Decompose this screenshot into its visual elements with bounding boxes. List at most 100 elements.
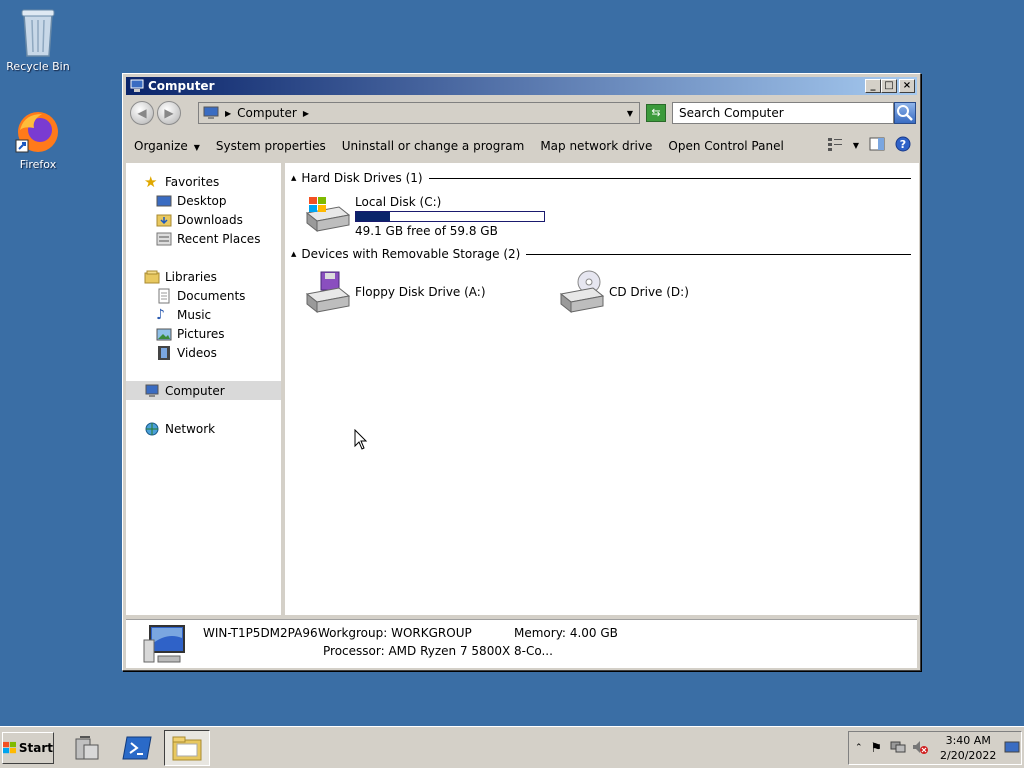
minimize-button[interactable]: _	[865, 79, 881, 93]
show-desktop-icon[interactable]	[1004, 741, 1020, 756]
memory-value: 4.00 GB	[569, 626, 618, 640]
title-bar[interactable]: Computer _ □ ×	[126, 77, 917, 95]
desktop-icon-recycle-bin[interactable]: Recycle Bin	[0, 6, 76, 73]
nav-favorites[interactable]: ★ Favorites	[144, 172, 281, 191]
address-bar: ◀ ▶ ▶ Computer ▶ ▼ ⇆ Search Computer	[126, 98, 917, 128]
disk-usage-bar	[355, 211, 545, 222]
firefox-icon	[15, 112, 58, 153]
start-label: Start	[18, 741, 53, 755]
processor-label: Processor:	[323, 644, 385, 658]
open-control-panel-button[interactable]: Open Control Panel	[660, 139, 791, 153]
floppy-drive-icon	[305, 271, 351, 314]
drive-cd-d[interactable]: CD Drive (D:)	[557, 270, 689, 314]
cd-drive-label: CD Drive (D:)	[609, 285, 689, 299]
nav-libraries-label: Libraries	[165, 269, 217, 284]
memory-label: Memory:	[514, 626, 566, 640]
search-icon	[897, 105, 913, 121]
system-properties-button[interactable]: System properties	[208, 139, 334, 153]
windows-logo-icon	[3, 741, 16, 754]
computer-icon	[145, 384, 159, 397]
local-disk-free-space: 49.1 GB free of 59.8 GB	[355, 224, 498, 238]
libraries-icon	[144, 270, 160, 283]
search-input[interactable]: Search Computer	[672, 102, 894, 124]
details-pane: WIN-T1P5DM2PA96 Workgroup: WORKGROUP Mem…	[126, 619, 917, 668]
search-button[interactable]	[894, 102, 916, 124]
hard-drive-icon	[305, 197, 351, 233]
map-network-drive-button[interactable]: Map network drive	[532, 139, 660, 153]
taskbar-explorer[interactable]	[164, 730, 210, 766]
nav-music[interactable]: ♪ Music	[156, 305, 281, 324]
content-pane: ▲ Hard Disk Drives (1) Local Disk (C:) 4…	[285, 163, 919, 615]
show-hidden-icons-button[interactable]: ⌃	[855, 743, 863, 753]
processor-value: AMD Ryzen 7 5800X 8-Co...	[388, 644, 553, 658]
back-button[interactable]: ◀	[130, 101, 154, 125]
nav-documents[interactable]: Documents	[156, 286, 281, 305]
system-tray: ⌃ ⚑ 3:40 AM 2/20/2022	[848, 731, 1022, 765]
nav-libraries[interactable]: Libraries	[144, 267, 281, 286]
floppy-drive-label: Floppy Disk Drive (A:)	[355, 285, 486, 299]
maximize-button[interactable]: □	[881, 79, 897, 93]
action-center-flag-icon[interactable]: ⚑	[871, 741, 883, 756]
collapse-arrow-icon: ▲	[291, 250, 297, 258]
processor-row: Processor: AMD Ryzen 7 5800X 8-Co...	[323, 644, 553, 658]
help-icon: ?	[895, 136, 911, 152]
nav-desktop[interactable]: Desktop	[156, 191, 281, 210]
group-header-removable-storage[interactable]: ▲ Devices with Removable Storage (2)	[291, 246, 911, 262]
address-dropdown-icon[interactable]: ▼	[627, 109, 633, 118]
organize-menu[interactable]: Organize ▼	[126, 139, 208, 153]
disk-usage-fill	[356, 212, 390, 221]
workgroup-row: Workgroup: WORKGROUP	[318, 626, 472, 640]
nav-videos-label: Videos	[177, 345, 217, 360]
firefox-label: Firefox	[19, 158, 57, 171]
view-dropdown-icon[interactable]: ▼	[853, 141, 859, 150]
refresh-icon: ⇆	[651, 106, 661, 119]
nav-network-label: Network	[165, 421, 216, 436]
start-button[interactable]: Start	[2, 732, 54, 764]
window-title: Computer	[148, 79, 215, 93]
address-field[interactable]: ▶ Computer ▶ ▼	[198, 102, 640, 124]
close-button[interactable]: ×	[899, 79, 915, 93]
nav-recent-places[interactable]: Recent Places	[156, 229, 281, 248]
forward-button[interactable]: ▶	[157, 101, 181, 125]
workgroup-value: WORKGROUP	[391, 626, 472, 640]
nav-documents-label: Documents	[177, 288, 246, 303]
taskbar-server-manager[interactable]	[64, 730, 110, 766]
desktop-icon-firefox[interactable]: Firefox	[0, 108, 76, 171]
nav-downloads-label: Downloads	[177, 212, 243, 227]
nav-downloads[interactable]: Downloads	[156, 210, 281, 229]
uninstall-program-button[interactable]: Uninstall or change a program	[334, 139, 533, 153]
workgroup-label: Workgroup:	[318, 626, 388, 640]
breadcrumb-arrow-icon[interactable]: ▶	[225, 109, 231, 118]
nav-favorites-label: Favorites	[165, 174, 220, 189]
preview-pane-button[interactable]	[869, 137, 885, 154]
help-button[interactable]: ?	[895, 136, 911, 155]
local-disk-name: Local Disk (C:)	[355, 195, 442, 209]
explorer-window: Computer _ □ × ◀ ▶ ▶ Computer ▶ ▼ ⇆ Sear…	[122, 73, 921, 671]
drive-floppy-a[interactable]: Floppy Disk Drive (A:)	[303, 270, 486, 314]
server-manager-icon	[75, 736, 99, 760]
clock[interactable]: 3:40 AM 2/20/2022	[938, 733, 998, 763]
nav-computer[interactable]: Computer	[126, 381, 281, 400]
breadcrumb-arrow-icon[interactable]: ▶	[303, 109, 309, 118]
nav-videos[interactable]: Videos	[156, 343, 281, 362]
nav-music-label: Music	[177, 307, 212, 322]
nav-recent-places-label: Recent Places	[177, 231, 261, 246]
computer-monitor-icon	[143, 625, 185, 663]
breadcrumb-computer[interactable]: Computer	[237, 106, 297, 120]
taskbar-powershell[interactable]	[114, 730, 160, 766]
svg-text:?: ?	[900, 138, 906, 151]
change-view-button[interactable]	[827, 137, 843, 154]
volume-muted-icon[interactable]	[912, 740, 929, 757]
memory-row: Memory: 4.00 GB	[514, 626, 618, 640]
recent-places-icon	[156, 232, 172, 245]
network-tray-icon[interactable]	[890, 740, 906, 757]
nav-network[interactable]: Network	[144, 419, 281, 438]
recycle-bin-label: Recycle Bin	[6, 60, 70, 73]
refresh-button[interactable]: ⇆	[646, 104, 666, 122]
star-icon: ★	[144, 172, 158, 191]
divider	[526, 253, 911, 255]
search-placeholder: Search Computer	[679, 106, 784, 120]
nav-pictures[interactable]: Pictures	[156, 324, 281, 343]
drive-local-disk-c[interactable]: Local Disk (C:) 49.1 GB free of 59.8 GB	[303, 193, 545, 238]
group-header-hard-disk-drives[interactable]: ▲ Hard Disk Drives (1)	[291, 170, 911, 186]
